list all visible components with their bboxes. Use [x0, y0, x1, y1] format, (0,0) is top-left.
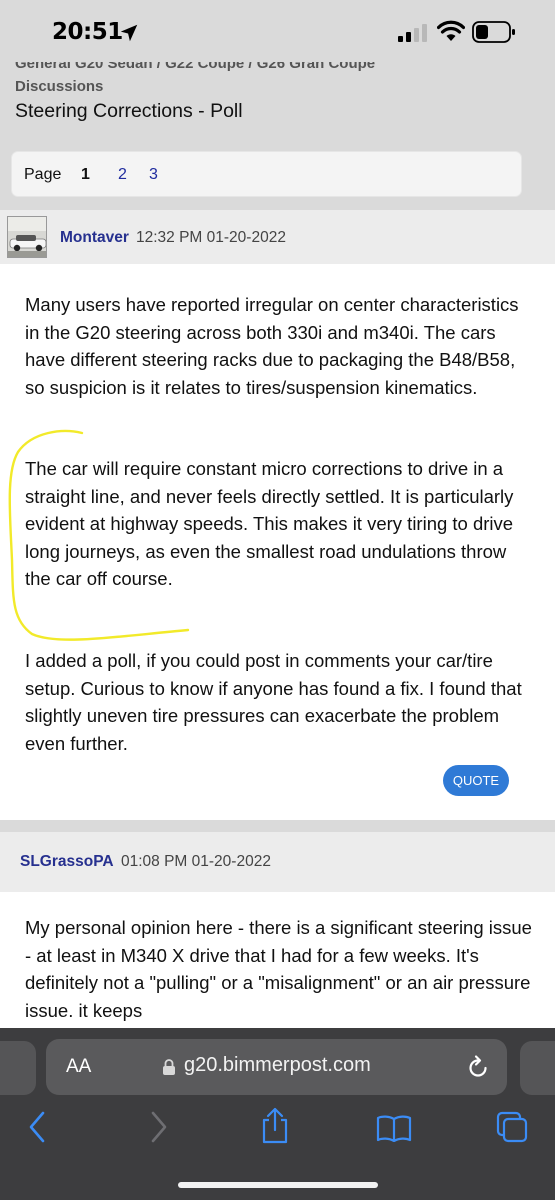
post-header: Montaver 12:32 PM 01-20-2022 [0, 210, 555, 264]
post-header: SLGrassoPA 01:08 PM 01-20-2022 [0, 832, 555, 892]
post-paragraph: Many users have reported irregular on ce… [25, 294, 519, 398]
status-bar: 20:51 [0, 0, 555, 62]
pagination: Page 1 2 3 [11, 151, 522, 197]
home-indicator[interactable] [178, 1182, 378, 1188]
current-page: 1 [81, 166, 90, 183]
avatar[interactable] [7, 216, 47, 258]
next-tab-preview[interactable] [520, 1041, 555, 1095]
page-label: Page [24, 166, 62, 183]
reload-icon[interactable] [466, 1054, 490, 1080]
tabs-icon[interactable] [496, 1111, 528, 1143]
breadcrumb-section[interactable]: Discussions [15, 78, 103, 95]
page-link-2[interactable]: 2 [118, 166, 127, 184]
battery-icon [472, 21, 515, 43]
wifi-icon [437, 20, 465, 41]
back-icon[interactable] [28, 1110, 48, 1144]
share-icon[interactable] [259, 1106, 291, 1144]
post-author[interactable]: SLGrassoPA [20, 853, 114, 871]
previous-tab-preview[interactable] [0, 1041, 36, 1095]
address-bar[interactable]: AA g20.bimmerpost.com [46, 1039, 507, 1095]
page-link-3[interactable]: 3 [149, 166, 158, 184]
post-paragraph: I added a poll, if you could post in com… [25, 650, 522, 754]
thread-title: Steering Corrections - Poll [15, 100, 243, 122]
lock-icon [163, 1059, 175, 1075]
status-time: 20:51 [52, 19, 123, 45]
quote-button[interactable]: QUOTE [443, 765, 509, 796]
post-paragraph: My personal opinion here - there is a si… [25, 917, 532, 1021]
highlight-annotation [8, 429, 190, 641]
url-display[interactable]: g20.bimmerpost.com [184, 1054, 371, 1077]
post-body: My personal opinion here - there is a si… [0, 892, 555, 1028]
post-author[interactable]: Montaver [60, 229, 129, 247]
bookmarks-icon[interactable] [376, 1114, 412, 1142]
text-size-button[interactable]: AA [66, 1056, 91, 1078]
post-timestamp: 12:32 PM 01-20-2022 [136, 229, 286, 246]
forward-icon[interactable] [148, 1110, 168, 1144]
cellular-signal-icon [398, 24, 427, 42]
post-timestamp: 01:08 PM 01-20-2022 [121, 853, 271, 870]
location-arrow-icon [120, 24, 138, 42]
